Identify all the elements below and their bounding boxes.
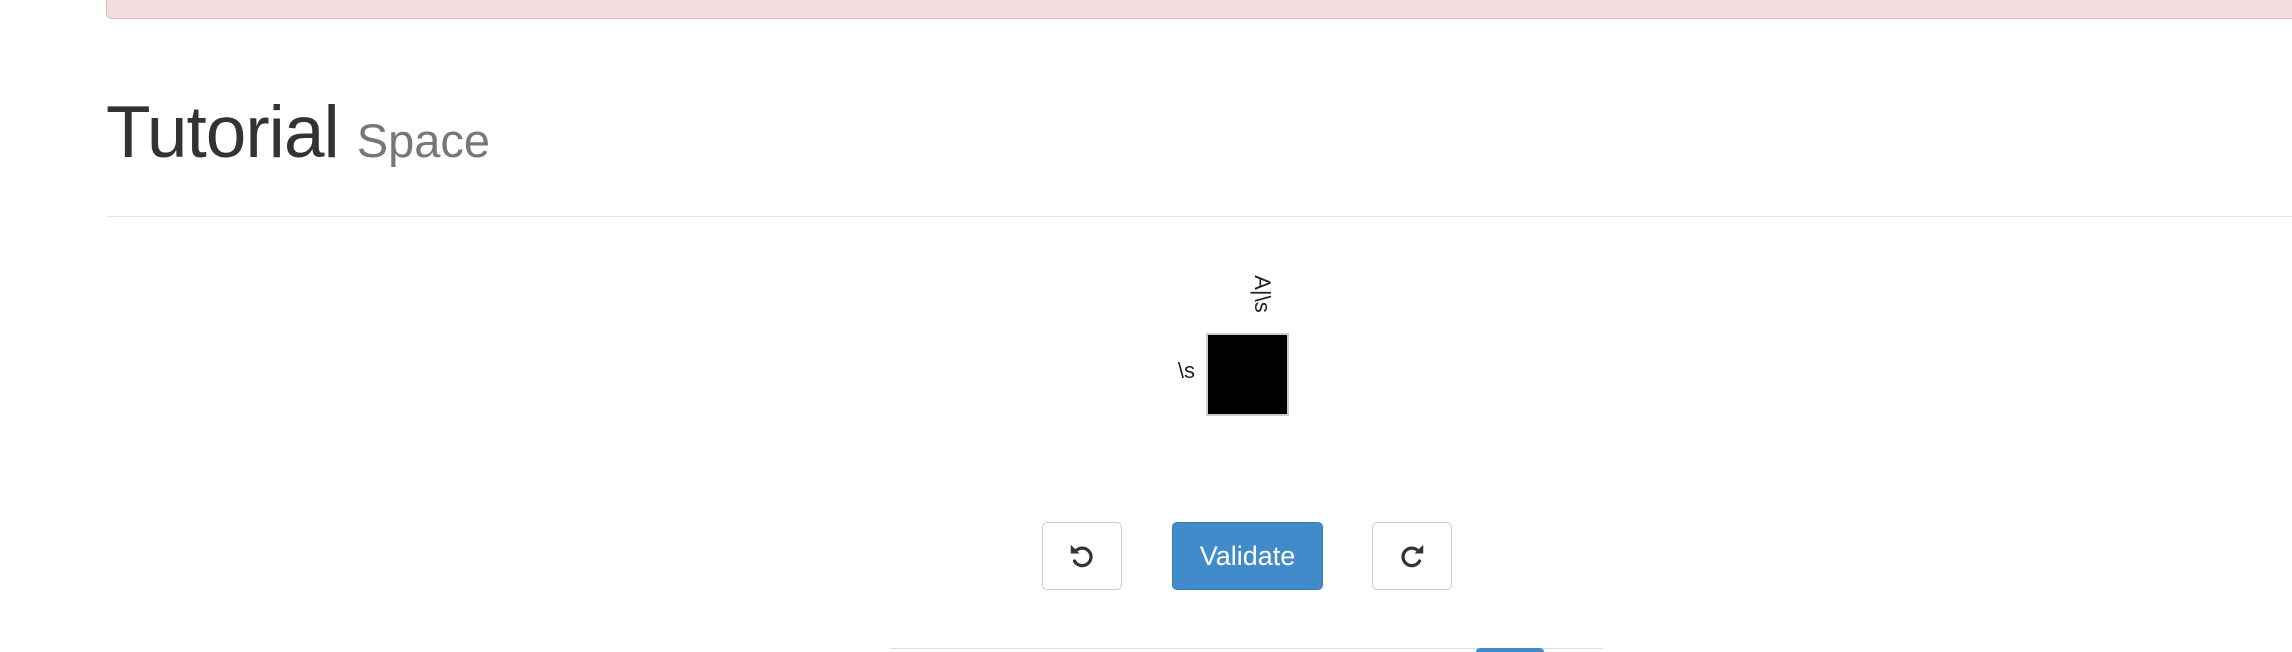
title-subtitle: Space: [356, 114, 490, 167]
grid-cell[interactable]: [1206, 333, 1289, 416]
column-clue: A|\s: [1232, 264, 1292, 324]
page-title: Tutorial Space: [106, 96, 490, 169]
undo-icon: [1070, 544, 1093, 568]
redo-icon: [1401, 544, 1424, 568]
redo-button[interactable]: [1372, 522, 1452, 590]
page: Tutorial Space A|\s \s Validate: [0, 0, 2292, 652]
puzzle-grid: A|\s \s: [1100, 240, 1400, 440]
row-clue: \s: [1177, 358, 1195, 383]
validate-label: Validate: [1199, 540, 1296, 571]
column-clue-text: A|\s: [1249, 275, 1275, 313]
bottom-nav-active-tab[interactable]: [1476, 648, 1544, 652]
title-main: Tutorial: [106, 92, 340, 173]
validate-button[interactable]: Validate: [1172, 522, 1323, 590]
alert-banner: [106, 0, 2292, 19]
undo-button[interactable]: [1042, 522, 1122, 590]
page-header: Tutorial Space: [106, 96, 2292, 217]
